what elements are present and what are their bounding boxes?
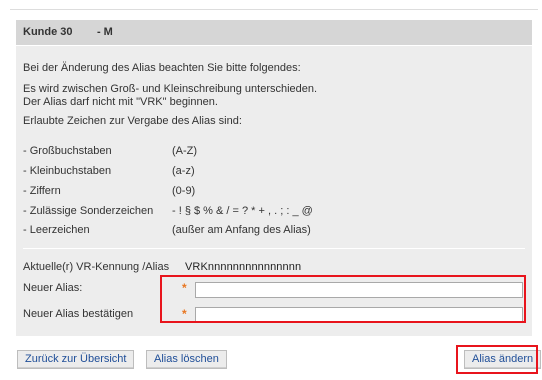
section-divider <box>23 248 525 249</box>
allowed-label-space: - Leerzeichen <box>23 224 90 236</box>
confirm-alias-label: Neuer Alias bestätigen <box>23 308 134 320</box>
customer-title: Kunde 30 - M <box>23 26 113 38</box>
current-alias-value: VRKnnnnnnnnnnnnnnn <box>185 261 302 273</box>
allowed-value-lower: (a-z) <box>172 165 195 177</box>
case-rule-text: Es wird zwischen Groß- und Kleinschreibu… <box>23 83 318 95</box>
allowed-value-space: (außer am Anfang des Alias) <box>172 224 311 236</box>
allowed-title: Erlaubte Zeichen zur Vergabe des Alias s… <box>23 115 242 127</box>
prefix-rule-text: Der Alias darf nicht mit "VRK" beginnen. <box>23 96 218 108</box>
back-to-overview-button[interactable]: Zurück zur Übersicht <box>17 350 135 369</box>
allowed-value-digits: (0-9) <box>172 185 196 197</box>
allowed-label-digits: - Ziffern <box>23 185 61 197</box>
allowed-value-special: - ! § $ % & / = ? * + , . ; : _ @ <box>172 205 313 217</box>
input-highlight-frame <box>160 275 526 323</box>
change-button-highlight-frame <box>456 345 538 374</box>
current-alias-label: Aktuelle(r) VR-Kennung /Alias <box>23 261 170 273</box>
panel-header: Kunde 30 - M <box>16 20 532 46</box>
allowed-label-lower: - Kleinbuchstaben <box>23 165 112 177</box>
new-alias-label: Neuer Alias: <box>23 282 83 294</box>
intro-text: Bei der Änderung des Alias beachten Sie … <box>23 62 301 74</box>
delete-alias-button[interactable]: Alias löschen <box>146 350 227 369</box>
allowed-label-upper: - Großbuchstaben <box>23 145 112 157</box>
top-divider <box>10 9 538 10</box>
allowed-label-special: - Zulässige Sonderzeichen <box>23 205 154 217</box>
allowed-value-upper: (A-Z) <box>172 145 198 157</box>
